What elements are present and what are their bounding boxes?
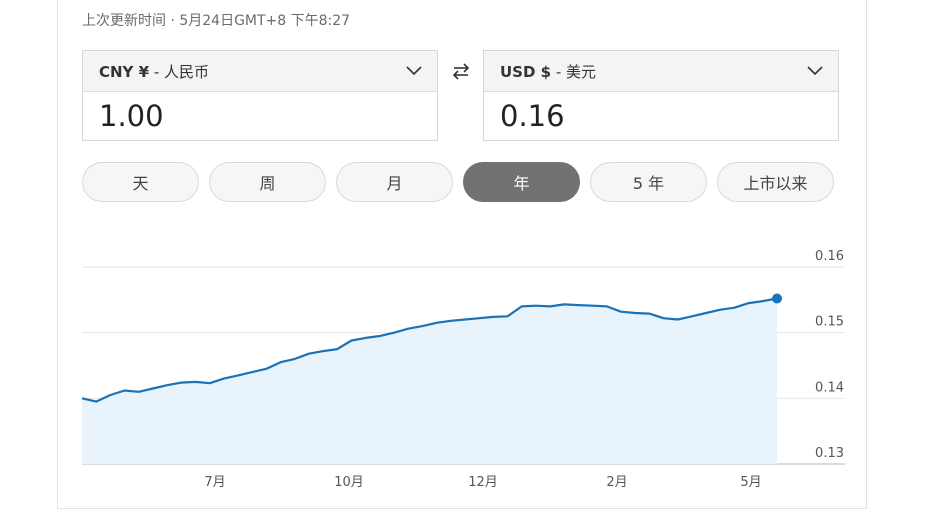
- x-tick-label: 10月: [334, 475, 364, 490]
- exchange-rate-chart: 0.13 0.14 0.15 0.16 7月 10月 12月 2月 5月: [81, 249, 845, 490]
- x-tick-label: 7月: [204, 475, 225, 490]
- y-tick-label: 0.16: [815, 249, 844, 264]
- x-tick-label: 5月: [740, 475, 761, 490]
- x-tick-label: 12月: [468, 475, 498, 490]
- y-tick-label: 0.14: [815, 380, 844, 395]
- chart-endpoint-marker[interactable]: [772, 293, 782, 304]
- x-tick-label: 2月: [606, 475, 627, 490]
- y-tick-label: 0.15: [815, 315, 844, 330]
- y-tick-label: 0.13: [815, 446, 844, 461]
